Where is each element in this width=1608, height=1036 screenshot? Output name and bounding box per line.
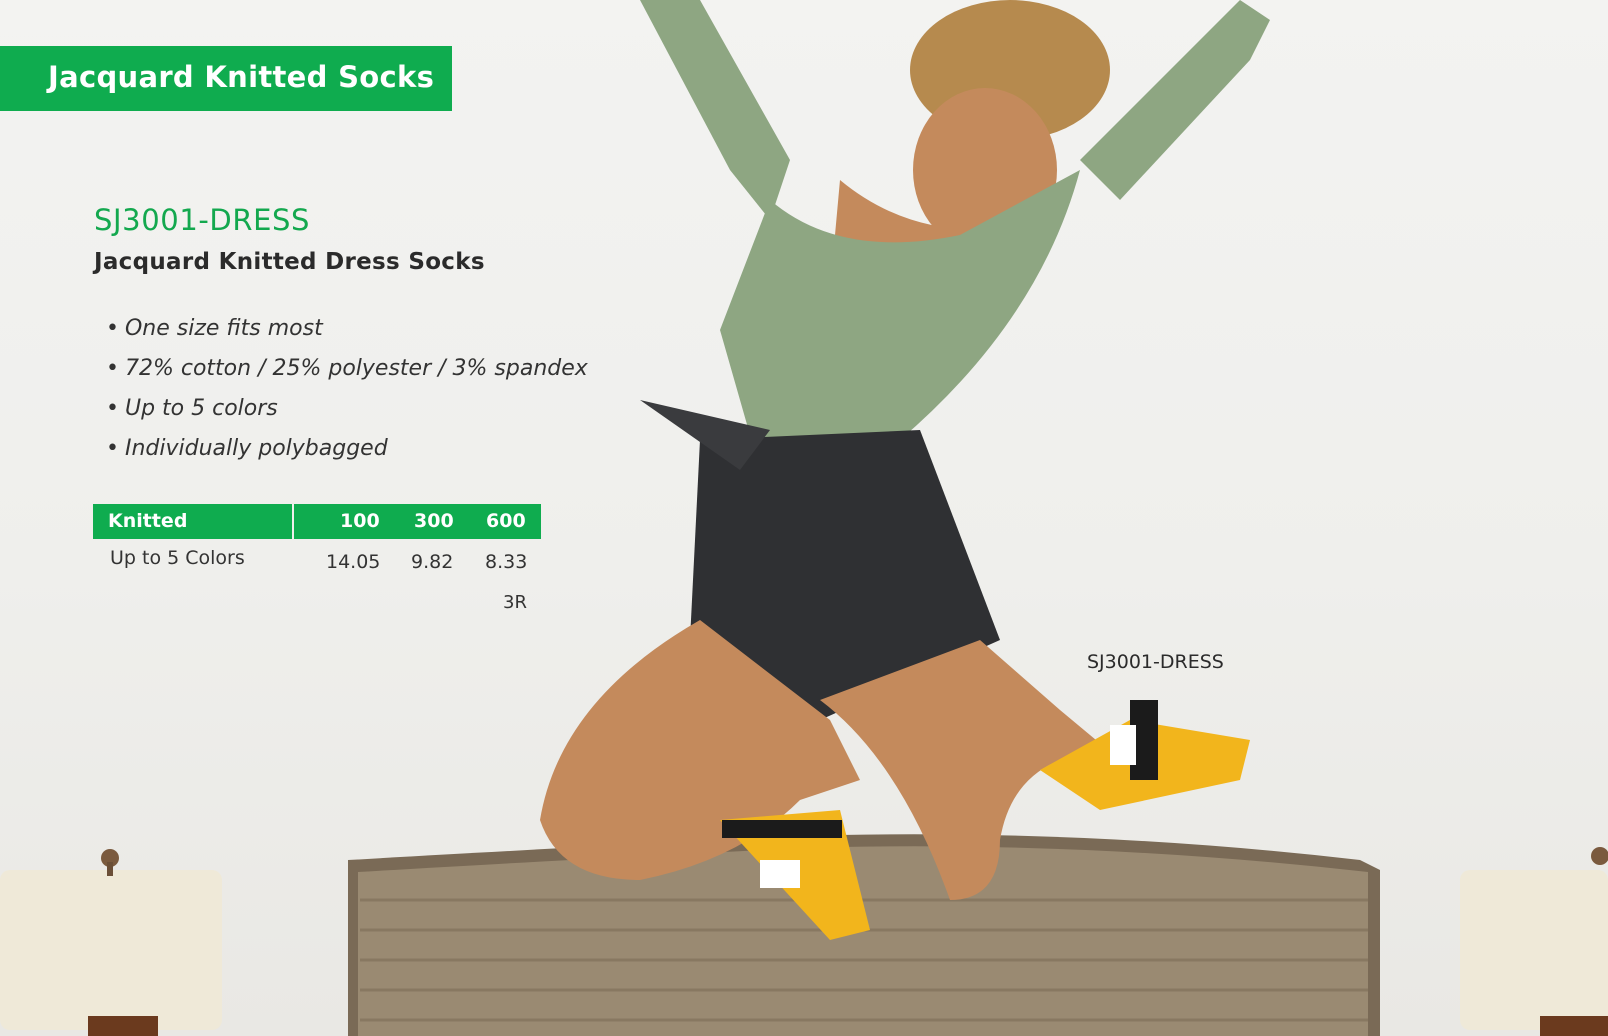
product-code: SJ3001-DRESS <box>94 203 311 237</box>
bullet-icon: • <box>106 396 119 421</box>
list-item: • Individually polybagged <box>106 429 588 469</box>
header-banner: Jacquard Knitted Socks <box>0 46 452 111</box>
page-title: Jacquard Knitted Socks <box>48 60 435 94</box>
left-lamp <box>0 849 222 1036</box>
quantity-header: 100 <box>340 510 380 532</box>
list-item: • 72% cotton / 25% polyester / 3% spandex <box>106 349 588 389</box>
feature-list: • One size fits most • 72% cotton / 25% po… <box>106 309 588 469</box>
sock-right <box>1040 700 1250 810</box>
quantity-header: 600 <box>486 510 526 532</box>
table-cell-price: 9.82 <box>411 551 454 573</box>
feature-text: 72% cotton / 25% polyester / 3% spandex <box>124 356 588 381</box>
bullet-icon: • <box>106 316 119 341</box>
feature-text: Individually polybagged <box>124 436 388 461</box>
pricing-table: Knitted 100 300 600 Up to 5 Colors 14.05… <box>93 504 541 614</box>
feature-text: One size fits most <box>124 316 323 341</box>
table-row-label: Up to 5 Colors <box>110 547 245 569</box>
list-item: • Up to 5 colors <box>106 389 588 429</box>
photo-caption: SJ3001-DRESS <box>1087 651 1224 673</box>
table-header-label-cell: Knitted <box>93 504 292 539</box>
table-cell-price: 8.33 <box>485 551 528 573</box>
list-item: • One size fits most <box>106 309 588 349</box>
quantity-header: 300 <box>414 510 454 532</box>
price-note: 3R <box>503 592 527 613</box>
woman-jumping <box>540 0 1270 940</box>
table-header-label: Knitted <box>108 510 188 532</box>
table-cell-price: 14.05 <box>326 551 381 573</box>
bullet-icon: • <box>106 436 119 461</box>
bullet-icon: • <box>106 356 119 381</box>
right-lamp <box>1460 847 1608 1036</box>
table-header-quantities: 100 300 600 <box>294 504 541 539</box>
feature-text: Up to 5 colors <box>124 396 278 421</box>
product-name: Jacquard Knitted Dress Socks <box>94 249 485 275</box>
headboard <box>348 834 1380 1036</box>
